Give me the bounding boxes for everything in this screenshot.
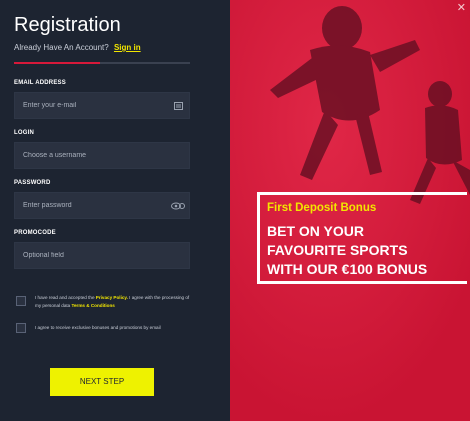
promo-headline-line-1: BET ON YOUR	[267, 223, 364, 239]
promo-headline: BET ON YOUR FAVOURITE SPORTS WITH OUR €1…	[267, 222, 467, 279]
account-question-text: Already Have An Account?	[14, 43, 109, 52]
next-step-button[interactable]: NEXT STEP	[50, 368, 154, 396]
email-field[interactable]	[15, 93, 189, 118]
terms-text: I have read and accepted the Privacy Pol…	[35, 294, 195, 310]
terms-checkbox[interactable]	[16, 296, 26, 306]
promo-bonus-title: First Deposit Bonus	[267, 202, 377, 214]
privacy-policy-link[interactable]: Privacy Policy.	[96, 295, 128, 300]
registration-panel: Registration Already Have An Account? Si…	[0, 0, 230, 421]
promotions-checkbox[interactable]	[16, 323, 26, 333]
password-field-wrap	[14, 192, 190, 219]
login-field-wrap	[14, 142, 190, 169]
terms-pre: I have read and accepted the	[35, 295, 95, 300]
promocode-label: PROMOCODE	[14, 230, 56, 236]
password-field[interactable]	[15, 193, 189, 218]
page-title: Registration	[14, 14, 121, 36]
promotions-consent-text: I agree to receive exclusive bonuses and…	[35, 325, 161, 330]
login-label: LOGIN	[14, 130, 34, 136]
account-question: Already Have An Account? Sign in	[14, 43, 141, 52]
close-icon[interactable]: ✕	[457, 1, 466, 14]
promo-headline-line-3: WITH OUR €100 BONUS	[267, 261, 428, 277]
password-eye-icon[interactable]	[171, 202, 185, 210]
password-label: PASSWORD	[14, 180, 51, 186]
login-field[interactable]	[15, 143, 189, 168]
promo-headline-line-2: FAVOURITE SPORTS	[267, 242, 408, 258]
email-card-icon	[174, 102, 183, 110]
sign-in-link[interactable]: Sign in	[114, 43, 141, 52]
tab-divider	[14, 62, 190, 64]
promocode-field-wrap	[14, 242, 190, 269]
active-indicator	[14, 62, 100, 64]
email-label: EMAIL ADDRESS	[14, 80, 66, 86]
email-field-wrap	[14, 92, 190, 119]
terms-conditions-link[interactable]: Terms & Conditions	[72, 303, 115, 308]
promocode-field[interactable]	[15, 243, 189, 268]
